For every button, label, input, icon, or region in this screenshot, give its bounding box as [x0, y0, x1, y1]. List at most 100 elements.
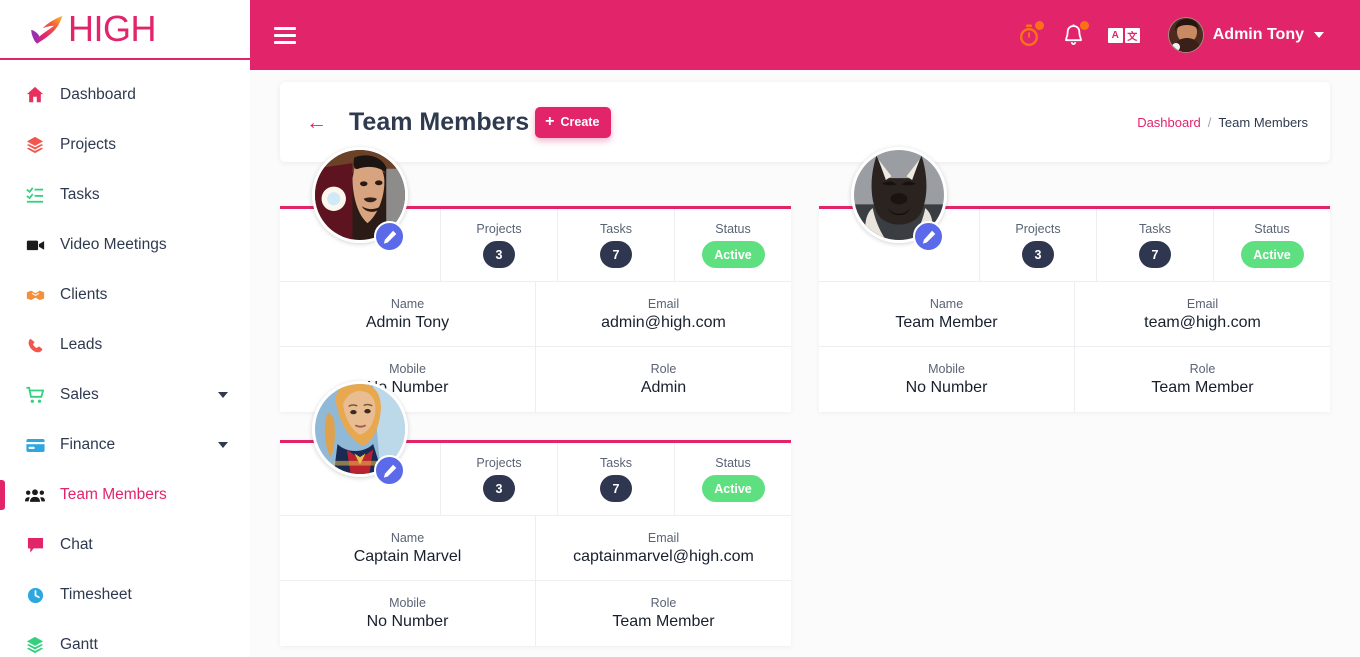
phone-icon [22, 337, 48, 354]
cell-mobile: Mobile No Number [280, 581, 535, 646]
member-card: Projects 3 Tasks 7 Status Active Name [280, 381, 791, 646]
chat-bubble-icon [22, 537, 48, 554]
stat-tasks: Tasks 7 [557, 443, 674, 515]
stat-label: Status [715, 222, 751, 236]
avatar [1167, 17, 1204, 53]
member-mobile: No Number [905, 379, 988, 396]
member-role: Admin [640, 379, 687, 396]
breadcrumb-dashboard[interactable]: Dashboard [1137, 115, 1201, 130]
sidebar-item-leads[interactable]: Leads [0, 320, 250, 370]
hamburger-menu-icon[interactable] [274, 26, 296, 44]
member-email: team@high.com [1144, 313, 1261, 331]
chevron-down-icon[interactable] [218, 442, 228, 448]
sidebar-item-video-meetings[interactable]: Video Meetings [0, 220, 250, 270]
sidebar: HIGH Dashboard Projects Tasks Video Meet… [0, 0, 250, 657]
back-arrow-icon[interactable]: ← [306, 112, 327, 133]
chevron-down-icon[interactable] [218, 392, 228, 398]
tasks-count: 7 [600, 475, 632, 502]
cell-label: Email [1186, 296, 1219, 311]
layers-icon [22, 136, 48, 154]
breadcrumb: Dashboard / Team Members [1137, 115, 1308, 130]
sidebar-item-chat[interactable]: Chat [0, 520, 250, 570]
cell-label: Role [650, 596, 677, 610]
stat-projects: Projects 3 [979, 209, 1096, 281]
member-row-mobile-role: Mobile No Number Role Team Member [280, 581, 791, 646]
member-row-name-email: Name Admin Tony Email admin@high.com [280, 282, 791, 347]
sidebar-item-timesheet[interactable]: Timesheet [0, 570, 250, 620]
language-translate-icon[interactable]: A 文 [1107, 27, 1140, 43]
language-right-glyph: 文 [1124, 27, 1140, 43]
bell-icon[interactable] [1063, 21, 1089, 46]
language-left-glyph: A [1107, 27, 1123, 43]
sidebar-item-label: Dashboard [60, 86, 136, 103]
projects-count: 3 [483, 475, 515, 502]
projects-count: 3 [1022, 241, 1054, 268]
sidebar-item-gantt[interactable]: Gantt [0, 620, 250, 657]
sidebar-item-label: Leads [60, 336, 103, 353]
app-logo[interactable]: HIGH [0, 0, 250, 60]
sidebar-item-clients[interactable]: Clients [0, 270, 250, 320]
page-title: Team Members [349, 107, 530, 136]
sidebar-item-dashboard[interactable]: Dashboard [0, 70, 250, 120]
sidebar-item-finance[interactable]: Finance [0, 420, 250, 470]
sidebar-item-tasks[interactable]: Tasks [0, 170, 250, 220]
cell-email: Email admin@high.com [535, 282, 791, 346]
edit-pencil-icon[interactable] [374, 221, 405, 252]
stat-projects: Projects 3 [440, 209, 557, 281]
stat-tasks: Tasks 7 [557, 209, 674, 281]
notification-badge-dot [1079, 21, 1089, 30]
sidebar-item-label: Gantt [60, 636, 98, 653]
sidebar-item-sales[interactable]: Sales [0, 370, 250, 420]
user-name: Admin Tony [1212, 26, 1304, 43]
cell-mobile: Mobile No Number [280, 347, 535, 412]
create-button[interactable]: + Create [535, 106, 612, 138]
stat-projects: Projects 3 [440, 443, 557, 515]
edit-pencil-icon[interactable] [913, 221, 944, 252]
stat-label: Projects [1015, 222, 1061, 236]
logo-text: HIGH [68, 8, 157, 49]
breadcrumb-separator: / [1207, 114, 1212, 130]
task-list-icon [22, 186, 48, 204]
cell-email: Email team@high.com [1074, 282, 1330, 346]
shopping-cart-icon [22, 386, 48, 404]
tasks-count: 7 [1139, 241, 1171, 268]
cell-role: Role Team Member [535, 581, 791, 646]
stopwatch-icon[interactable] [1019, 21, 1044, 46]
sidebar-item-label: Video Meetings [60, 236, 167, 253]
sidebar-item-label: Team Members [60, 486, 167, 503]
chevron-down-icon[interactable] [1314, 32, 1324, 38]
sidebar-item-label: Clients [60, 286, 108, 303]
cell-label: Name [390, 296, 425, 311]
cell-name: Name Captain Marvel [280, 516, 535, 580]
member-row-name-email: Name Captain Marvel Email captainmarvel@… [280, 516, 791, 581]
sidebar-item-label: Tasks [60, 186, 100, 203]
video-camera-icon [22, 236, 48, 254]
home-icon [22, 86, 48, 104]
sidebar-item-label: Finance [60, 436, 116, 453]
create-button-label: Create [560, 114, 600, 129]
sidebar-item-label: Projects [60, 136, 116, 153]
cell-mobile: Mobile No Number [819, 347, 1074, 412]
sidebar-item-projects[interactable]: Projects [0, 120, 250, 170]
stat-label: Tasks [600, 456, 632, 470]
projects-count: 3 [483, 241, 515, 268]
stat-label: Tasks [600, 222, 632, 236]
handshake-icon [22, 287, 48, 303]
status-badge: Active [701, 241, 765, 268]
sidebar-item-team-members[interactable]: Team Members [0, 470, 250, 520]
edit-pencil-icon[interactable] [374, 455, 405, 486]
cell-role: Role Admin [535, 347, 791, 412]
page-header-card: ← Team Members + Create Dashboard / Team… [280, 82, 1330, 162]
member-name: Captain Marvel [353, 547, 462, 565]
cell-name: Name Admin Tony [280, 282, 535, 346]
layers-icon [22, 636, 48, 654]
cell-email: Email captainmarvel@high.com [535, 516, 791, 580]
topbar: A 文 Admin Tony [250, 0, 1360, 70]
member-role: Team Member [612, 613, 715, 630]
member-card: Projects 3 Tasks 7 Status Active Name [819, 147, 1330, 412]
user-menu[interactable]: Admin Tony [1167, 17, 1324, 53]
stat-status: Status Active [674, 443, 791, 515]
credit-card-icon [22, 438, 48, 453]
member-email: captainmarvel@high.com [573, 547, 754, 565]
page-content: ← Team Members + Create Dashboard / Team… [250, 70, 1360, 646]
